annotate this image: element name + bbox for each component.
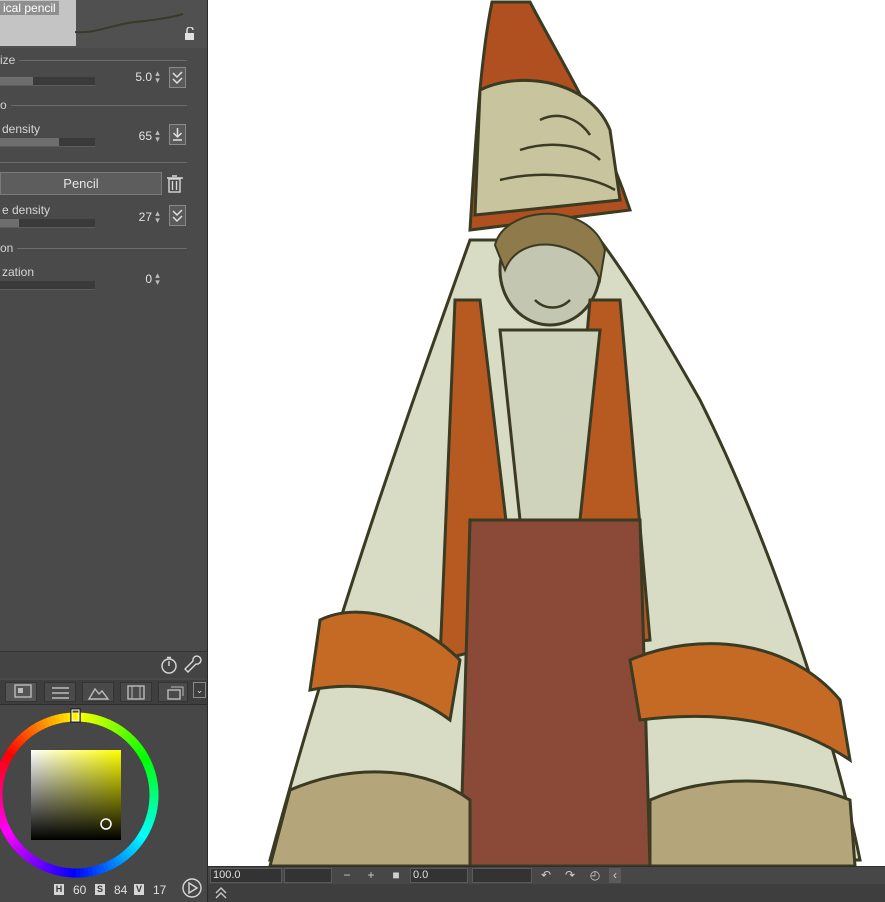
saturation-value-square-shade xyxy=(31,750,121,840)
pressure-icon xyxy=(172,71,183,85)
density-slider-fill xyxy=(0,138,59,146)
section-brush-size-title: ize xyxy=(0,53,20,67)
wrench-icon[interactable] xyxy=(184,655,204,675)
density-pressure-toggle[interactable] xyxy=(169,124,186,145)
texture-density-slider-fill xyxy=(0,219,19,227)
tab-color-set[interactable] xyxy=(44,682,76,702)
density-label: density xyxy=(2,122,41,136)
zoom-out-button[interactable]: − xyxy=(339,868,355,883)
lock-open-icon[interactable] xyxy=(183,27,197,41)
rotate-right-button[interactable]: ↷ xyxy=(562,868,578,883)
canvas-area[interactable] xyxy=(208,0,885,866)
hue-value: 60 xyxy=(73,883,87,897)
tool-property-footer xyxy=(0,651,207,678)
brush-name: ical pencil xyxy=(0,1,59,15)
texture-density-pressure-toggle[interactable] xyxy=(169,205,186,226)
film-icon xyxy=(127,685,145,700)
brush-stroke-preview xyxy=(75,13,184,34)
color-wheel[interactable] xyxy=(0,705,207,885)
section-density-title: o xyxy=(0,98,11,112)
brush-size-spinner[interactable]: ▴ ▾ xyxy=(153,69,162,85)
palette-menu-chevron-icon[interactable]: ⌄ xyxy=(193,682,206,698)
rotate-left-button[interactable]: ↶ xyxy=(538,868,554,883)
tab-approximate-color[interactable] xyxy=(120,682,152,702)
tool-property-panel: ical pencil ize 5.0 ▴ ▾ o density 65 ▴ ▾ P… xyxy=(0,0,208,902)
texture-density-value[interactable]: 27 xyxy=(112,210,152,224)
bottom-strip xyxy=(208,884,885,902)
section-correction-title: on xyxy=(0,241,18,255)
collapse-chevron-icon[interactable]: ‹ xyxy=(609,868,621,883)
navigator-status-bar: 100.0 − + ■ 0.0 ↶ ↷ ◴ ‹ xyxy=(208,866,885,885)
stabilization-spinner[interactable]: ▴ ▾ xyxy=(153,271,162,287)
density-slider[interactable] xyxy=(0,138,95,147)
brush-preview: ical pencil xyxy=(0,0,207,48)
reset-rotation-icon[interactable]: ◴ xyxy=(587,868,603,883)
artwork-drawing xyxy=(268,0,862,866)
density-value[interactable]: 65 xyxy=(112,129,152,143)
palette-tab-row: ⌄ xyxy=(0,680,207,705)
pressure-icon xyxy=(172,209,183,223)
stabilization-label: zation xyxy=(2,265,35,279)
tab-color-slider[interactable] xyxy=(9,682,39,702)
density-spinner[interactable]: ▴ ▾ xyxy=(153,128,162,144)
value-tag: V xyxy=(134,884,144,895)
zoom-field[interactable]: 100.0 xyxy=(210,868,282,883)
stopwatch-icon[interactable] xyxy=(160,656,178,674)
texture-density-label: e density xyxy=(2,203,51,217)
download-arrow-icon xyxy=(172,128,183,141)
brush-size-slider[interactable] xyxy=(0,77,95,86)
hue-tag: H xyxy=(54,884,64,895)
stabilization-value[interactable]: 0 xyxy=(112,272,152,286)
hsv-readout: H 60 S 84 V 17 xyxy=(0,882,207,900)
saturation-value: 84 xyxy=(114,883,128,897)
mountain-icon xyxy=(87,687,110,700)
tab-color-history[interactable] xyxy=(158,682,188,702)
brush-size-value[interactable]: 5.0 xyxy=(112,70,152,84)
rotation-field[interactable]: 0.0 xyxy=(410,868,468,883)
texture-density-slider[interactable] xyxy=(0,219,95,228)
saturation-tag: S xyxy=(95,884,105,895)
layers-icon xyxy=(167,686,184,700)
zoom-in-button[interactable]: + xyxy=(363,868,379,883)
brush-size-slider-fill xyxy=(0,77,33,85)
tab-intermediate-color[interactable] xyxy=(82,682,114,702)
color-set-icon xyxy=(14,684,32,698)
brightness-value: 17 xyxy=(153,883,167,897)
zoom-slider[interactable] xyxy=(284,868,332,883)
texture-density-spinner[interactable]: ▴ ▾ xyxy=(153,209,162,225)
brush-size-pressure-toggle[interactable] xyxy=(169,67,186,88)
fit-view-button[interactable]: ■ xyxy=(388,868,404,883)
rotation-slider[interactable] xyxy=(472,868,532,883)
texture-select-button[interactable]: Pencil xyxy=(0,172,162,195)
expand-up-icon[interactable] xyxy=(214,886,228,900)
trash-icon[interactable] xyxy=(166,174,184,194)
color-wheel-panel xyxy=(0,705,207,902)
stabilization-slider[interactable] xyxy=(0,281,95,290)
sliders-icon xyxy=(52,687,69,699)
